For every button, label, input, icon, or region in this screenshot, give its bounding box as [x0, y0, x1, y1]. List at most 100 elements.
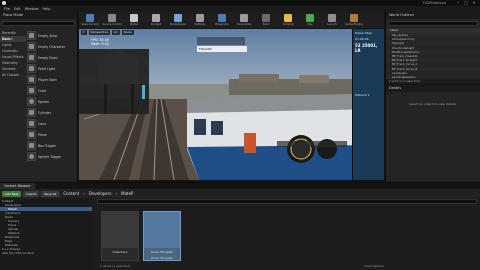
content-button[interactable]: Content: [145, 13, 167, 28]
lit-button[interactable]: Lit: [111, 30, 120, 35]
cube-icon: [27, 86, 36, 95]
menu-edit[interactable]: Edit: [14, 7, 21, 11]
launch-button[interactable]: Launch: [321, 13, 343, 28]
marketplace-button[interactable]: Marketplace: [167, 13, 189, 28]
play-button[interactable]: Play: [299, 13, 321, 28]
engine-icon: [350, 14, 358, 22]
player-start-icon: [27, 75, 36, 84]
map-thumbnail: [144, 212, 180, 248]
actor-item[interactable]: Cone: [27, 118, 77, 129]
asset-tile[interactable]: Collections: [101, 211, 139, 261]
game-engine-button[interactable]: Game Engine: [343, 13, 365, 28]
chevron-right-icon: ›: [115, 191, 118, 196]
settings-button[interactable]: Settings: [189, 13, 211, 28]
menu-help[interactable]: Help: [42, 7, 50, 11]
cone-icon: [27, 119, 36, 128]
blueprints-icon: [218, 14, 226, 22]
stats-overlay: FPS: 30.00 Mem: 9.01: [91, 38, 110, 46]
modes-icon: [130, 14, 138, 22]
modes-button[interactable]: Modes: [123, 13, 145, 28]
folder-icon: [102, 212, 138, 248]
content-icon: [152, 14, 160, 22]
add-new-button[interactable]: Add New: [2, 190, 22, 197]
build-button[interactable]: Build: [255, 13, 277, 28]
source-control-button[interactable]: Source Control: [101, 13, 123, 28]
outliner-footer: 4 actors (1 selected): [386, 79, 480, 84]
outliner-search-input[interactable]: [388, 21, 478, 26]
items-count: 2 items (1 selected): [100, 264, 131, 268]
path-segment[interactable]: Developers: [89, 191, 112, 196]
launch-icon: [328, 14, 336, 22]
actor-item[interactable]: Cube: [27, 85, 77, 96]
category-list: Recently Placed Basic Lights Cinematic V…: [0, 30, 26, 78]
viewport-toolbar: ▾ Perspective Lit Show: [79, 29, 384, 36]
compile-button[interactable]: Compile: [277, 13, 299, 28]
compile-icon: [284, 14, 292, 22]
actor-item[interactable]: Empty Pawn: [27, 52, 77, 63]
build-icon: [262, 14, 270, 22]
chevron-right-icon: ›: [83, 191, 85, 196]
plane-icon: [27, 130, 36, 139]
view-options-button[interactable]: View Options: [364, 264, 384, 268]
actor-item[interactable]: Empty Character: [27, 41, 77, 52]
menu-window[interactable]: Window: [25, 7, 39, 11]
hud-label: FOLLOW: [197, 46, 247, 52]
actor-item[interactable]: Sphere Trigger: [27, 151, 77, 162]
outliner-rows: Sky_Sphere AtmosphericFog SkyLight Direc…: [386, 33, 480, 83]
cylinder-icon: [27, 108, 36, 117]
tree-folder[interactable]: AGS_S4_YT25_Content: [0, 251, 92, 255]
blueprints-button[interactable]: Blueprints: [211, 13, 233, 28]
character-icon: [27, 42, 36, 51]
play-icon: [306, 14, 314, 22]
actor-item[interactable]: Empty Actor: [27, 30, 77, 41]
content-browser-toolbar: Add New Import Save All Content › Develo…: [0, 189, 480, 198]
world-outliner: World Outliner Label Sky_Sphere Atmosphe…: [385, 12, 480, 84]
settings-icon: [196, 14, 204, 22]
level-viewport[interactable]: ▾ Perspective Lit Show FPS: 30.00 Mem: 9…: [79, 29, 384, 180]
save-current-button[interactable]: Save Current: [79, 13, 101, 28]
sphere-trigger-icon: [27, 152, 36, 161]
tab-content-browser[interactable]: Content Browser: [0, 183, 35, 189]
asset-tile[interactable]: Route Template Route Template: [143, 211, 181, 261]
asset-search-input[interactable]: [97, 199, 477, 204]
save-all-button[interactable]: Save All: [41, 190, 60, 197]
path-segment[interactable]: Content: [63, 191, 79, 196]
marketplace-icon: [174, 14, 182, 22]
asset-view: Collections Route Template Route Templat…: [95, 199, 480, 270]
actor-item[interactable]: Point Light: [27, 63, 77, 74]
modes-search-input[interactable]: [2, 21, 75, 26]
category-all-classes[interactable]: All Classes: [0, 72, 26, 78]
viewport-options-button[interactable]: ▾: [81, 30, 87, 35]
path-segment[interactable]: MateP: [121, 191, 133, 196]
cinematics-button[interactable]: Cinematics: [233, 13, 255, 28]
actor-item[interactable]: Cylinder: [27, 107, 77, 118]
details-empty-message: Select an object to view details.: [409, 102, 457, 106]
train-info-panel: Power Step 03:00:28 53 25001, LR Midland…: [352, 29, 384, 180]
box-trigger-icon: [27, 141, 36, 150]
menu-file[interactable]: File: [4, 7, 10, 11]
actor-item[interactable]: Plane: [27, 129, 77, 140]
modes-tab[interactable]: Place Mode: [0, 12, 77, 19]
save-icon: [86, 14, 94, 22]
unreal-logo-icon[interactable]: [2, 1, 6, 5]
show-button[interactable]: Show: [121, 30, 134, 35]
main-toolbar: Save Current Source Control Modes Conten…: [79, 12, 384, 28]
actor-list: Empty Actor Empty Character Empty Pawn P…: [27, 30, 77, 162]
pawn-icon: [27, 53, 36, 62]
folder-tree: Content Developers MateP Collections Rou…: [0, 199, 92, 270]
cinematics-icon: [240, 14, 248, 22]
sphere-icon: [27, 97, 36, 106]
actor-item[interactable]: Sphere: [27, 96, 77, 107]
empty-actor-icon: [27, 31, 36, 40]
outliner-tab[interactable]: World Outliner: [386, 12, 480, 19]
source-control-icon: [108, 14, 116, 22]
hud-panel: [197, 37, 245, 45]
import-button[interactable]: Import: [23, 190, 40, 197]
point-light-icon: [27, 64, 36, 73]
modes-panel: Place Mode Recently Placed Basic Lights …: [0, 12, 78, 182]
details-tab[interactable]: Details: [386, 85, 480, 92]
content-browser: Content Browser Add New Import Save All …: [0, 182, 480, 270]
actor-item[interactable]: Box Trigger: [27, 140, 77, 151]
actor-item[interactable]: Player Start: [27, 74, 77, 85]
perspective-button[interactable]: Perspective: [88, 30, 110, 35]
